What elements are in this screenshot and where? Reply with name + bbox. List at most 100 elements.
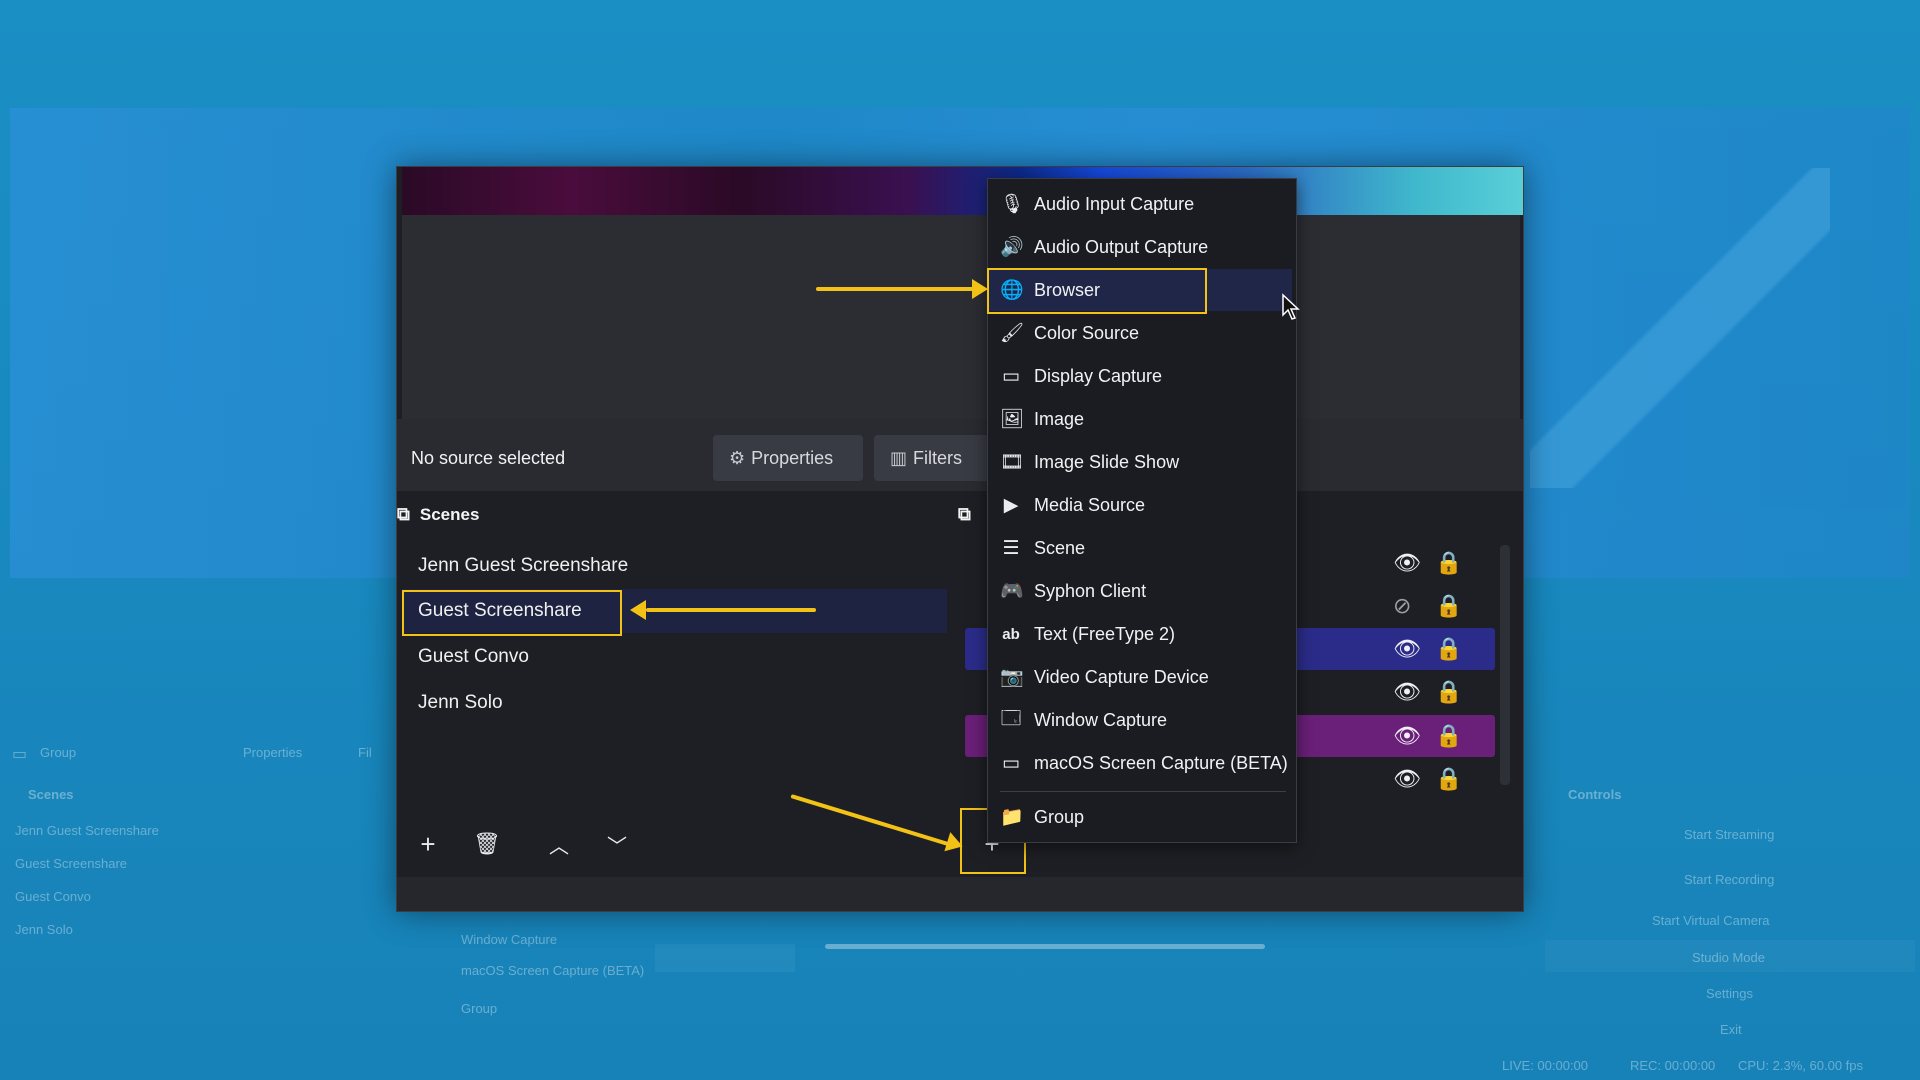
folder-icon: ▭ bbox=[12, 746, 28, 763]
menu-item-label: Media Source bbox=[1034, 494, 1146, 515]
bg-studio-mode: Studio Mode bbox=[1692, 950, 1765, 965]
menu-item-label: Text (FreeType 2) bbox=[1034, 623, 1176, 644]
menu-item-label: Group bbox=[1034, 806, 1085, 827]
scenes-dock-title: ⧉ Scenes bbox=[397, 504, 479, 525]
menu-item-video-capture-device[interactable]: 📷 Video Capture Device bbox=[988, 656, 1296, 698]
menu-item-window-capture[interactable]: 🗔 Window Capture bbox=[988, 699, 1296, 741]
annotation-highlight-box bbox=[402, 590, 622, 636]
scene-label: Guest Convo bbox=[418, 646, 529, 667]
menu-item-group[interactable]: 📁 Group bbox=[988, 796, 1296, 838]
filters-button[interactable]: ▥ Filters bbox=[874, 435, 990, 481]
menu-item-display-capture[interactable]: ▭ Display Capture bbox=[988, 355, 1296, 397]
menu-item-audio-output-capture[interactable]: 🔊 Audio Output Capture bbox=[988, 226, 1296, 268]
play-icon: ▶ bbox=[1003, 494, 1019, 516]
menu-item-image[interactable]: 🖼 Image bbox=[988, 398, 1296, 440]
lock-icon[interactable]: 🔒 bbox=[1435, 766, 1462, 792]
menu-item-image-slide-show[interactable]: 🎞 Image Slide Show bbox=[988, 441, 1296, 483]
menu-item-label: Audio Input Capture bbox=[1034, 193, 1195, 214]
bg-settings: Settings bbox=[1706, 986, 1753, 1001]
menu-item-label: Image bbox=[1034, 408, 1085, 429]
eye-off-icon[interactable]: ⊘ bbox=[1393, 593, 1411, 619]
menu-item-color-source[interactable]: 🖌 Color Source bbox=[988, 312, 1296, 354]
chevron-down-icon: ﹀ bbox=[607, 835, 627, 858]
bg-controls-title: Controls bbox=[1568, 787, 1622, 802]
list-icon: ☰ bbox=[1002, 537, 1020, 559]
obs-window bbox=[396, 166, 1524, 912]
bg-live-status: LIVE: 00:00:00 bbox=[1502, 1058, 1589, 1073]
lock-icon[interactable]: 🔒 bbox=[1435, 593, 1462, 619]
bg-source-item: Group bbox=[461, 1001, 498, 1016]
annotation-arrow-head bbox=[630, 600, 646, 620]
bg-source-item: macOS Screen Capture (BETA) bbox=[461, 963, 645, 978]
menu-item-macos-screen-capture[interactable]: ▭ macOS Screen Capture (BETA) bbox=[988, 742, 1296, 784]
menu-separator bbox=[1000, 791, 1286, 792]
menu-item-label: Audio Output Capture bbox=[1034, 236, 1209, 257]
microphone-icon: 🎙 bbox=[1000, 194, 1025, 215]
slideshow-icon: 🎞 bbox=[1000, 452, 1025, 473]
dock-window-icon: ⧉ bbox=[397, 504, 410, 524]
monitor-icon: ▭ bbox=[1002, 752, 1020, 774]
annotation-arrow bbox=[646, 608, 816, 612]
properties-button-label: Properties bbox=[751, 447, 834, 468]
bg-scene-item: Jenn Solo bbox=[15, 922, 73, 937]
scene-label: Jenn Guest Screenshare bbox=[418, 555, 629, 576]
bg-scenes-title: Scenes bbox=[28, 787, 74, 802]
bg-cpu-status: CPU: 2.3%, 60.00 fps bbox=[1738, 1058, 1864, 1073]
menu-item-label: Video Capture Device bbox=[1034, 666, 1209, 687]
lock-icon[interactable]: 🔒 bbox=[1435, 723, 1462, 749]
scene-list-item[interactable]: Guest Convo bbox=[402, 635, 952, 679]
bg-rec-status: REC: 00:00:00 bbox=[1630, 1058, 1716, 1073]
bg-scene-item: Guest Convo bbox=[15, 889, 91, 904]
add-scene-button[interactable]: + bbox=[410, 826, 446, 862]
text-icon: ab bbox=[1002, 625, 1020, 643]
bg-scene-item: Jenn Guest Screenshare bbox=[15, 823, 159, 838]
annotation-arrow bbox=[816, 287, 974, 291]
menu-item-label: Syphon Client bbox=[1034, 580, 1147, 601]
scene-list-item[interactable]: Jenn Solo bbox=[402, 681, 952, 725]
plus-icon: + bbox=[420, 828, 436, 859]
menu-item-audio-input-capture[interactable]: 🎙 Audio Input Capture bbox=[988, 183, 1296, 225]
menu-item-label: macOS Screen Capture (BETA) bbox=[1034, 752, 1288, 773]
bg-filters-label: Fil bbox=[358, 745, 372, 760]
bg-source-strip bbox=[655, 944, 795, 972]
scene-label: Jenn Solo bbox=[418, 692, 503, 713]
trash-icon: 🗑 bbox=[473, 831, 501, 856]
paintbrush-icon: 🖌 bbox=[1000, 323, 1025, 344]
footer-bar bbox=[397, 877, 1523, 911]
no-source-label: No source selected bbox=[411, 448, 566, 468]
bg-source-item: Window Capture bbox=[461, 932, 558, 947]
lock-icon[interactable]: 🔒 bbox=[1435, 679, 1462, 705]
eye-icon[interactable]: 👁 bbox=[1393, 550, 1421, 576]
lock-icon[interactable]: 🔒 bbox=[1435, 550, 1462, 576]
menu-item-label: Image Slide Show bbox=[1034, 451, 1180, 472]
remove-scene-button[interactable]: 🗑 bbox=[469, 826, 505, 862]
preview-banner bbox=[402, 167, 1523, 215]
menu-item-text-freetype[interactable]: ab Text (FreeType 2) bbox=[988, 613, 1296, 655]
bg-start-recording: Start Recording bbox=[1684, 872, 1775, 887]
eye-icon[interactable]: 👁 bbox=[1393, 679, 1421, 705]
menu-item-scene[interactable]: ☰ Scene bbox=[988, 527, 1296, 569]
sources-scrollbar[interactable] bbox=[1500, 545, 1510, 785]
eye-icon[interactable]: 👁 bbox=[1393, 636, 1421, 662]
sources-dock-title: ⧉ bbox=[958, 504, 971, 525]
properties-button[interactable]: ⚙ Properties bbox=[713, 435, 863, 481]
window-icon: 🗔 bbox=[1000, 708, 1022, 729]
eye-icon[interactable]: 👁 bbox=[1393, 723, 1421, 749]
move-scene-up-button[interactable]: ︿ bbox=[541, 826, 577, 862]
menu-item-label: Window Capture bbox=[1034, 709, 1168, 730]
scenes-dock-title-label: Scenes bbox=[419, 504, 480, 524]
mouse-cursor-icon bbox=[1282, 293, 1300, 320]
monitor-icon: ▭ bbox=[1002, 365, 1020, 387]
eye-icon[interactable]: 👁 bbox=[1393, 766, 1421, 792]
menu-item-media-source[interactable]: ▶ Media Source bbox=[988, 484, 1296, 526]
lock-icon[interactable]: 🔒 bbox=[1435, 636, 1462, 662]
move-scene-down-button[interactable]: ﹀ bbox=[599, 826, 635, 862]
scene-list-item[interactable]: Jenn Guest Screenshare bbox=[402, 544, 952, 588]
annotation-highlight-box bbox=[987, 268, 1207, 314]
bg-exit: Exit bbox=[1720, 1022, 1742, 1037]
gamepad-icon: 🎮 bbox=[1000, 581, 1024, 602]
menu-item-syphon-client[interactable]: 🎮 Syphon Client bbox=[988, 570, 1296, 612]
gear-icon: ⚙ bbox=[729, 447, 746, 468]
bg-volume-slider bbox=[825, 944, 1265, 949]
filters-button-label: Filters bbox=[913, 447, 963, 468]
